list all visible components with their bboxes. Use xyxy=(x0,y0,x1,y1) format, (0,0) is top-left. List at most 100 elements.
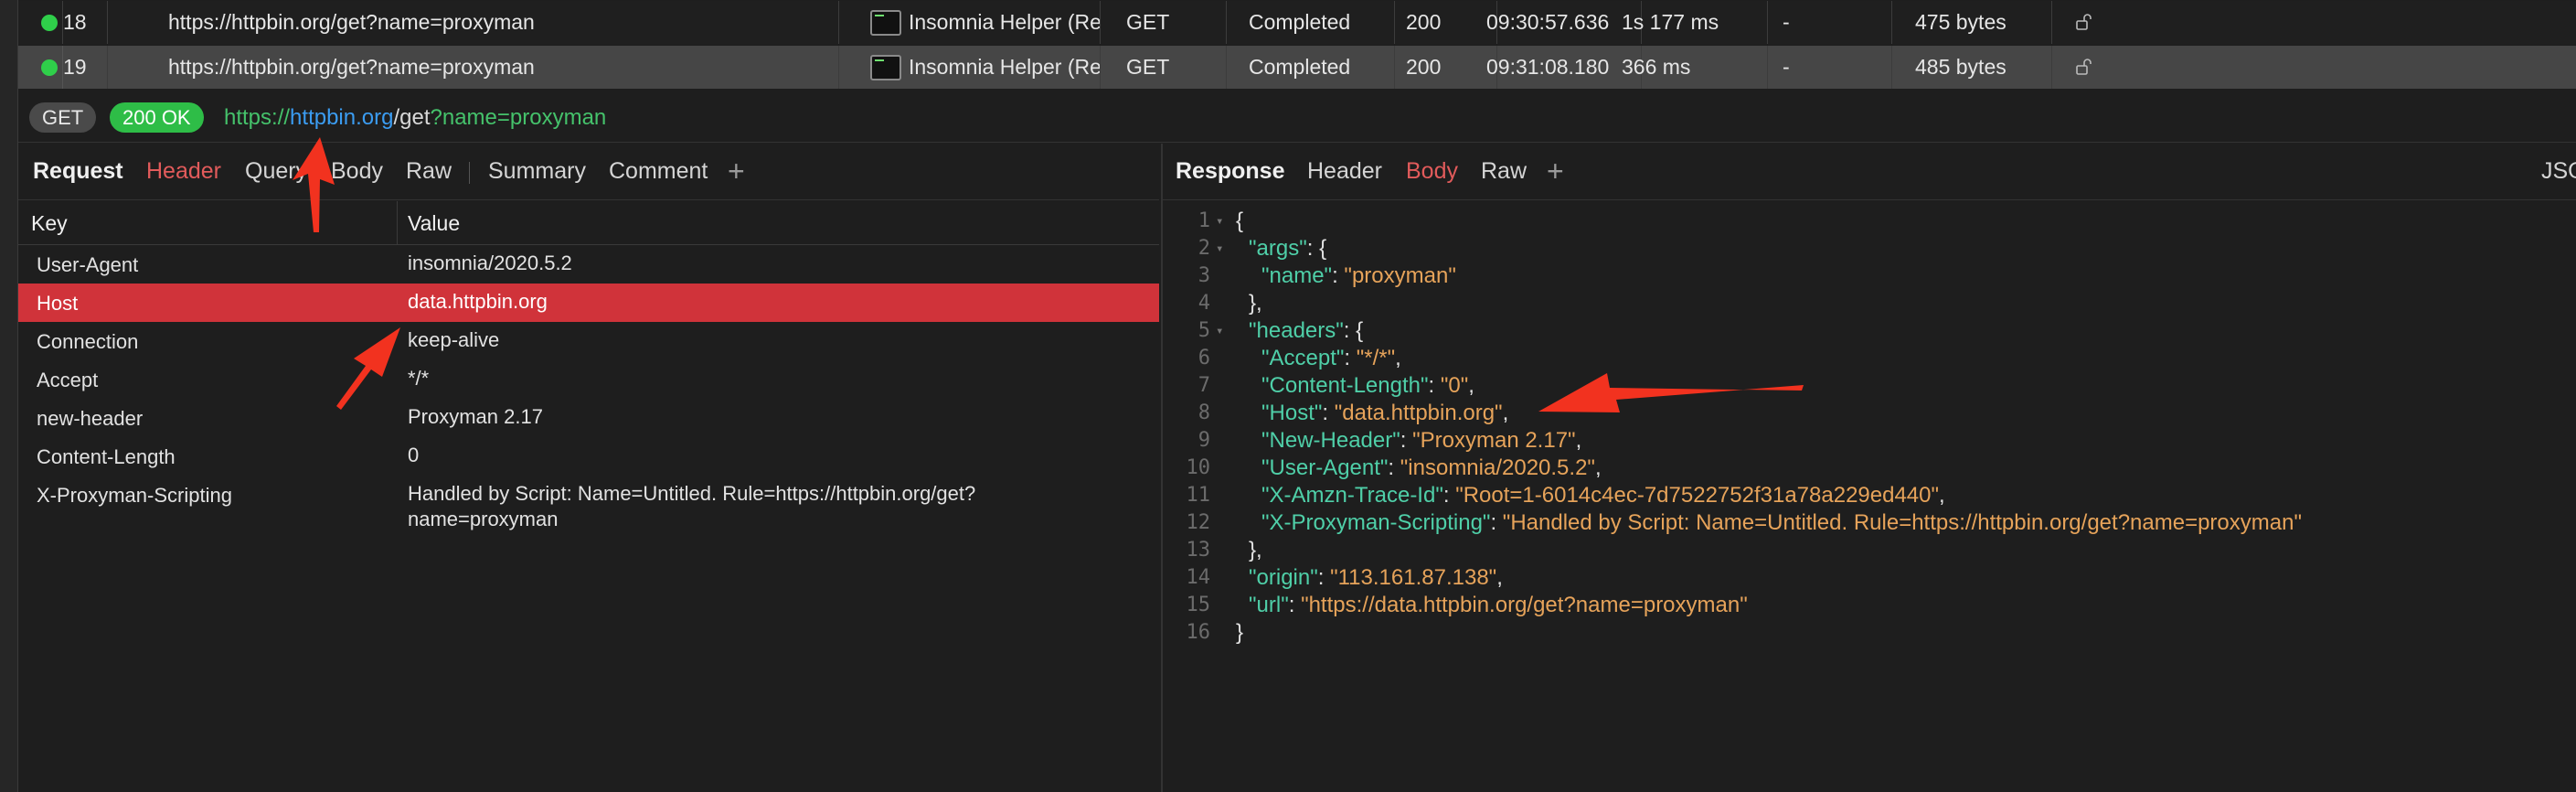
json-punctuation: , xyxy=(1594,455,1602,480)
column-divider xyxy=(397,201,398,245)
tab-request-header[interactable]: Header xyxy=(146,158,221,185)
plus-icon[interactable]: + xyxy=(728,155,745,188)
table-row[interactable]: Connection keep-alive xyxy=(18,322,1159,360)
table-row[interactable]: new-header Proxyman 2.17 xyxy=(18,399,1159,437)
code-text: } xyxy=(1236,619,1243,647)
flow-status: Completed xyxy=(1249,46,1395,89)
json-punctuation: : { xyxy=(1343,318,1364,343)
header-key: X-Proxyman-Scripting xyxy=(37,484,232,507)
table-row[interactable]: User-Agent insomnia/2020.5.2 xyxy=(18,245,1159,284)
column-value: Value xyxy=(408,211,461,235)
json-punctuation: : xyxy=(1344,346,1357,370)
tab-request-raw[interactable]: Raw xyxy=(406,158,452,185)
flow-duration: 1s 177 ms xyxy=(1622,1,1768,44)
table-row[interactable]: Accept */* xyxy=(18,360,1159,399)
line-number: 13 xyxy=(1186,539,1211,562)
json-key: "Content-Length" xyxy=(1261,373,1429,398)
json-key: "args" xyxy=(1249,236,1307,261)
header-value: data.httpbin.org xyxy=(408,290,548,313)
json-punctuation: , xyxy=(1496,565,1503,590)
code-line: 14 "origin": "113.161.87.138", xyxy=(1163,564,2576,592)
fold-toggle-icon[interactable]: ▾ xyxy=(1216,208,1223,235)
header-key: Host xyxy=(37,292,79,315)
json-punctuation: : xyxy=(1490,510,1503,535)
json-punctuation: }, xyxy=(1249,538,1262,562)
header-value: Handled by Script: Name=Untitled. Rule=h… xyxy=(408,482,976,530)
code-text: "Accept": "*/*", xyxy=(1261,345,1401,372)
json-string: "Proxyman 2.17" xyxy=(1412,428,1576,453)
json-punctuation: , xyxy=(1395,346,1401,370)
tab-response-body[interactable]: Body xyxy=(1406,158,1458,185)
request-panel: Request Header Query Body Raw Summary Co… xyxy=(18,144,1159,792)
column-key: Key xyxy=(31,211,68,235)
json-key: "origin" xyxy=(1249,565,1318,590)
code-text: }, xyxy=(1249,537,1262,564)
flow-row[interactable]: 18 https://httpbin.org/get?name=proxyman… xyxy=(18,1,2576,44)
table-row[interactable]: Content-Length 0 xyxy=(18,437,1159,476)
header-value: Proxyman 2.17 xyxy=(408,405,543,428)
url-path: /get xyxy=(393,105,431,130)
url-query: ?name=proxyman xyxy=(430,105,607,130)
json-string: "113.161.87.138" xyxy=(1330,565,1497,590)
code-line: 3 "name": "proxyman" xyxy=(1163,262,2576,290)
line-number: 7 xyxy=(1198,374,1210,397)
tab-request-summary[interactable]: Summary xyxy=(488,158,586,185)
tab-request-query[interactable]: Query xyxy=(245,158,307,185)
request-url[interactable]: https://httpbin.org/get?name=proxyman xyxy=(224,102,606,133)
response-tabbar: Response Header Body Raw + JSO xyxy=(1163,144,2576,200)
plus-icon[interactable]: + xyxy=(1547,155,1564,188)
url-scheme: https:// xyxy=(224,105,291,130)
tab-response-header[interactable]: Header xyxy=(1307,158,1382,185)
code-text: "Host": "data.httpbin.org", xyxy=(1261,400,1508,427)
code-text: { xyxy=(1236,208,1243,235)
flow-url: https://httpbin.org/get?name=proxyman xyxy=(108,1,839,44)
json-punctuation: , xyxy=(1502,401,1509,425)
code-text: "url": "https://data.httpbin.org/get?nam… xyxy=(1249,592,1748,619)
table-row-selected[interactable]: Host data.httpbin.org xyxy=(18,284,1159,322)
flow-method: GET xyxy=(1126,1,1227,44)
code-text: "name": "proxyman" xyxy=(1261,262,1456,290)
flow-response-size: 475 bytes xyxy=(1915,1,2052,44)
flow-method: GET xyxy=(1126,46,1227,89)
json-key: "X-Proxyman-Scripting" xyxy=(1261,510,1491,535)
json-key: "X-Amzn-Trace-Id" xyxy=(1261,483,1443,508)
format-selector[interactable]: JSO xyxy=(2541,158,2576,185)
response-title: Response xyxy=(1176,158,1285,184)
table-row[interactable]: X-Proxyman-Scripting Handled by Script: … xyxy=(18,476,1159,530)
url-bar: GET 200 OK https://httpbin.org/get?name=… xyxy=(18,91,2576,143)
json-key: "headers" xyxy=(1249,318,1344,343)
terminal-app-icon xyxy=(870,55,901,80)
json-punctuation: { xyxy=(1236,209,1244,233)
code-line: 5 ▾ "headers": { xyxy=(1163,317,2576,345)
tab-request-comment[interactable]: Comment xyxy=(609,158,708,185)
tab-separator xyxy=(469,162,470,184)
flow-row-selected[interactable]: 19 https://httpbin.org/get?name=proxyman… xyxy=(18,46,2576,89)
flow-client: Insomnia Helper (Re... xyxy=(909,46,1101,89)
json-punctuation: , xyxy=(1575,428,1582,453)
flow-time: 09:31:08.180 xyxy=(1486,46,1642,89)
code-line: 15 "url": "https://data.httpbin.org/get?n… xyxy=(1163,592,2576,619)
request-tabbar: Request Header Query Body Raw Summary Co… xyxy=(18,144,1159,200)
code-text: "User-Agent": "insomnia/2020.5.2", xyxy=(1261,455,1602,482)
flow-url: https://httpbin.org/get?name=proxyman xyxy=(108,46,839,89)
flow-id: 19 xyxy=(62,46,108,89)
line-number: 11 xyxy=(1186,484,1211,507)
json-punctuation: : xyxy=(1428,373,1441,398)
header-value: insomnia/2020.5.2 xyxy=(408,252,572,274)
code-line: 9 "New-Header": "Proxyman 2.17", xyxy=(1163,427,2576,455)
line-number: 15 xyxy=(1186,594,1211,616)
json-punctuation: , xyxy=(1468,373,1474,398)
json-punctuation: : xyxy=(1400,428,1413,453)
code-line: 13}, xyxy=(1163,537,2576,564)
code-line: 11 "X-Amzn-Trace-Id": "Root=1-6014c4ec-7d… xyxy=(1163,482,2576,509)
tab-request-body[interactable]: Body xyxy=(331,158,383,185)
header-value: */* xyxy=(408,367,430,390)
header-value: 0 xyxy=(408,444,420,466)
fold-toggle-icon[interactable]: ▾ xyxy=(1216,317,1223,345)
fold-toggle-icon[interactable]: ▾ xyxy=(1216,235,1223,262)
flow-list: 18 https://httpbin.org/get?name=proxyman… xyxy=(18,0,2576,90)
line-number: 4 xyxy=(1198,292,1210,315)
tab-response-raw[interactable]: Raw xyxy=(1481,158,1527,185)
header-value: keep-alive xyxy=(408,328,500,351)
json-key: "name" xyxy=(1261,263,1333,288)
